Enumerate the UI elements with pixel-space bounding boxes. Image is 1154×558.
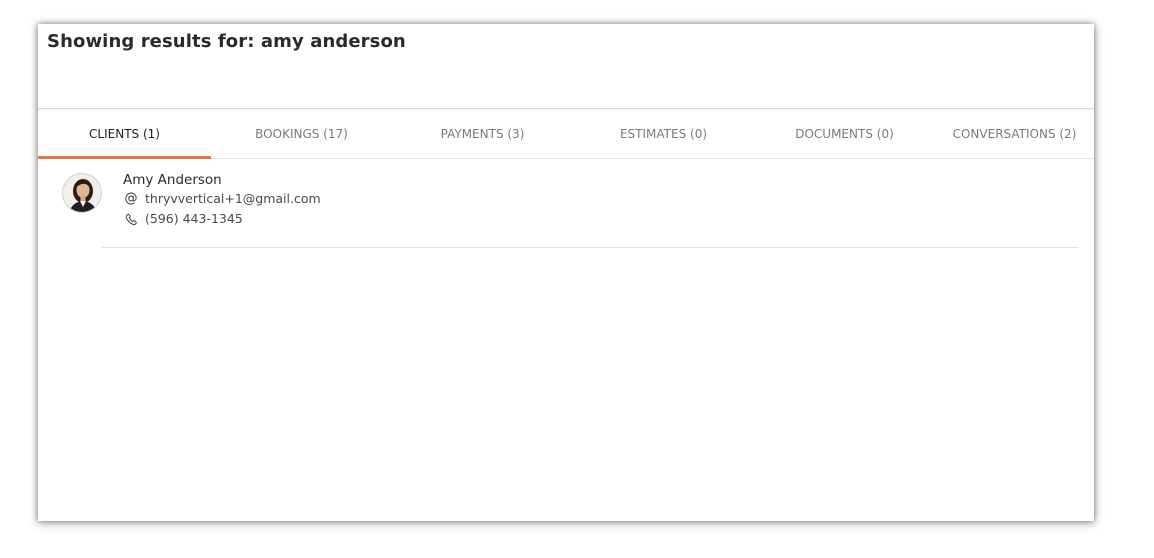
client-info: Amy Anderson @ thryvvertical+1@gmail.com… [123, 171, 321, 229]
tab-clients-label: CLIENTS (1) [89, 126, 160, 141]
client-phone: (596) 443-1345 [145, 211, 243, 226]
list-item[interactable]: Amy Anderson @ thryvvertical+1@gmail.com… [38, 159, 1094, 248]
page-title: Showing results for: amy anderson [47, 31, 406, 52]
client-email-line: @ thryvvertical+1@gmail.com [123, 189, 321, 209]
tab-payments[interactable]: PAYMENTS (3) [392, 109, 573, 158]
tab-estimates-label: ESTIMATES (0) [619, 126, 708, 141]
client-name[interactable]: Amy Anderson [123, 171, 321, 189]
at-icon: @ [124, 191, 138, 206]
search-results-panel: Showing results for: amy anderson CLIENT… [38, 24, 1094, 521]
tab-conversations[interactable]: CONVERSATIONS (2) [935, 109, 1094, 158]
tab-bookings[interactable]: BOOKINGS (17) [211, 109, 392, 158]
tab-bookings-label: BOOKINGS (17) [255, 126, 348, 141]
client-email: thryvvertical+1@gmail.com [145, 191, 321, 206]
person-photo-icon [63, 174, 101, 212]
results-tabs: CLIENTS (1) BOOKINGS (17) PAYMENTS (3) E… [38, 109, 1094, 159]
avatar[interactable] [62, 173, 102, 213]
tab-estimates[interactable]: ESTIMATES (0) [573, 109, 754, 158]
tab-conversations-label: CONVERSATIONS (2) [952, 126, 1077, 141]
phone-icon [123, 213, 139, 226]
row-divider [102, 247, 1078, 248]
tab-payments-label: PAYMENTS (3) [440, 126, 525, 141]
tab-clients[interactable]: CLIENTS (1) [38, 109, 211, 159]
tab-documents[interactable]: DOCUMENTS (0) [754, 109, 935, 158]
client-phone-line: (596) 443-1345 [123, 209, 321, 229]
tab-documents-label: DOCUMENTS (0) [795, 126, 894, 141]
results-header: Showing results for: amy anderson [38, 24, 1094, 109]
